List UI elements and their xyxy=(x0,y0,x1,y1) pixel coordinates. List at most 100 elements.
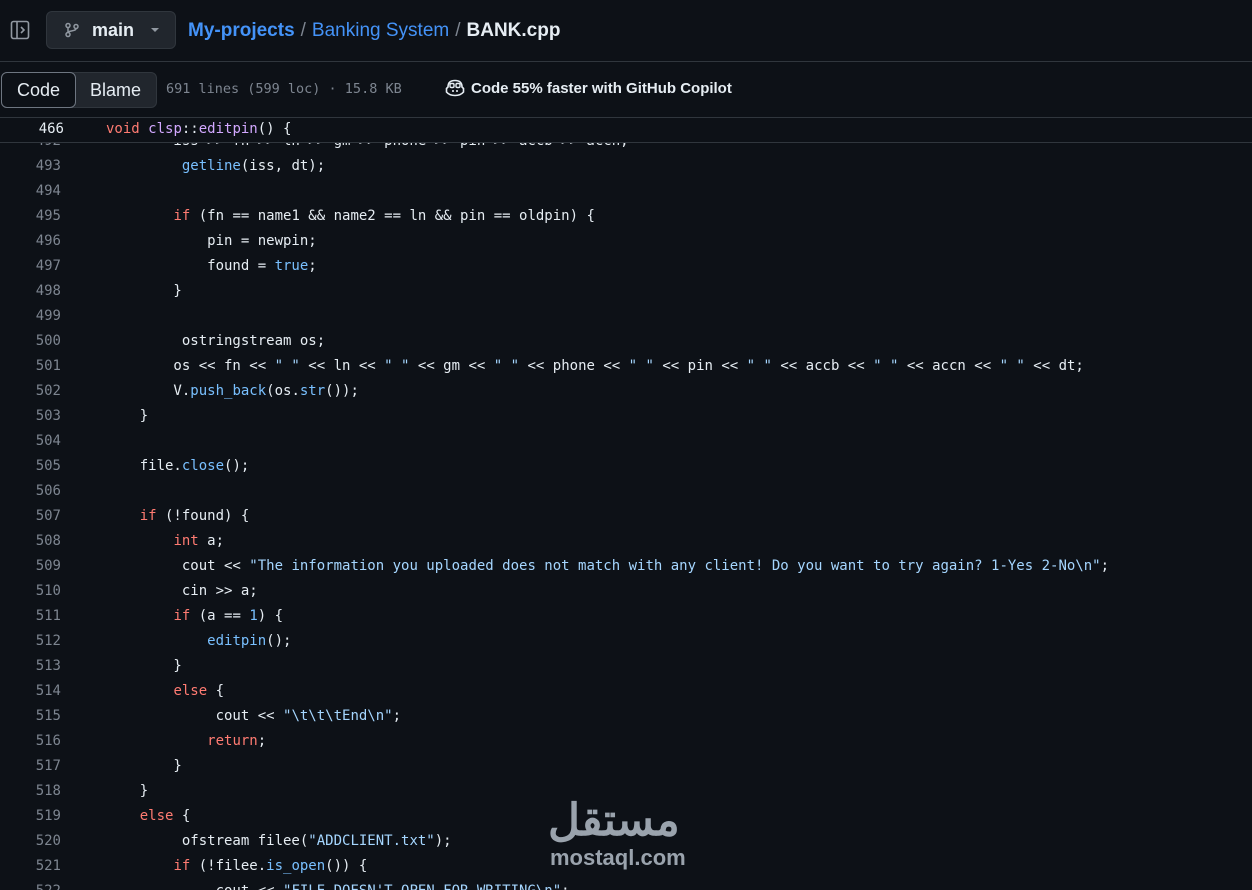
line-code: } xyxy=(106,758,182,774)
code-line[interactable]: 496 pin = newpin; xyxy=(0,229,1252,254)
line-number[interactable]: 521 xyxy=(0,854,61,879)
line-number[interactable]: 509 xyxy=(0,554,61,579)
line-code: cout << "The information you uploaded do… xyxy=(106,558,1110,574)
line-code: file.close(); xyxy=(106,458,250,474)
line-number[interactable]: 516 xyxy=(0,729,61,754)
line-number[interactable]: 492 xyxy=(0,143,61,154)
caret-down-icon xyxy=(151,28,160,32)
file-toolbar: Code Blame 691 lines (599 loc) · 15.8 KB… xyxy=(0,62,1252,118)
sticky-code: void clsp::editpin() { xyxy=(106,121,292,137)
sticky-line-number: 466 xyxy=(38,121,64,137)
code-line[interactable]: 512 editpin(); xyxy=(0,629,1252,654)
line-code: cout << "FILE DOESN'T OPEN FOR WRITING\n… xyxy=(106,879,570,890)
branch-selector-button[interactable]: main xyxy=(46,11,176,49)
line-number[interactable]: 515 xyxy=(0,704,61,729)
code-line[interactable]: 507 if (!found) { xyxy=(0,504,1252,529)
line-number[interactable]: 512 xyxy=(0,629,61,654)
code-line[interactable]: 516 return; xyxy=(0,729,1252,754)
code-lines: 492 iss >> fn >> ln >> gm >> phone >> pi… xyxy=(0,143,1252,890)
line-code: return; xyxy=(207,733,267,749)
breadcrumb: My-projects / Banking System / BANK.cpp xyxy=(188,20,560,42)
code-line[interactable]: 514 else { xyxy=(0,679,1252,704)
line-number[interactable]: 501 xyxy=(0,354,61,379)
line-number[interactable]: 522 xyxy=(0,879,61,890)
line-number[interactable]: 506 xyxy=(0,479,61,504)
code-line[interactable]: 501 os << fn << " " << ln << " " << gm <… xyxy=(0,354,1252,379)
tab-blame[interactable]: Blame xyxy=(75,73,156,107)
line-code: V.push_back(os.str()); xyxy=(106,383,359,399)
line-code: ostringstream os; xyxy=(106,333,326,349)
code-line[interactable]: 510 cin >> a; xyxy=(0,579,1252,604)
line-number[interactable]: 503 xyxy=(0,404,61,429)
line-number[interactable]: 513 xyxy=(0,654,61,679)
code-line[interactable]: 497 found = true; xyxy=(0,254,1252,279)
git-branch-icon xyxy=(65,22,79,38)
copilot-promo-text: Code 55% faster with GitHub Copilot xyxy=(471,79,732,97)
breadcrumb-owner-link[interactable]: My-projects xyxy=(188,20,295,42)
line-number[interactable]: 497 xyxy=(0,254,61,279)
line-number[interactable]: 493 xyxy=(0,154,61,179)
line-number[interactable]: 496 xyxy=(0,229,61,254)
line-number[interactable]: 505 xyxy=(0,454,61,479)
line-code: if (!filee.is_open()) { xyxy=(173,858,368,874)
line-number[interactable]: 519 xyxy=(0,804,61,829)
code-view: 492 iss >> fn >> ln >> gm >> phone >> pi… xyxy=(0,143,1252,890)
breadcrumb-current-file: BANK.cpp xyxy=(466,20,561,41)
line-code: pin = newpin; xyxy=(106,233,317,249)
line-code: } xyxy=(106,658,182,674)
code-line[interactable]: 494 xyxy=(0,179,1252,204)
code-line[interactable]: 500 ostringstream os; xyxy=(0,329,1252,354)
breadcrumb-repo-link[interactable]: Banking System xyxy=(312,20,449,42)
line-number[interactable]: 520 xyxy=(0,829,61,854)
line-number[interactable]: 511 xyxy=(0,604,61,629)
line-number[interactable]: 507 xyxy=(0,504,61,529)
code-line[interactable]: 498 } xyxy=(0,279,1252,304)
line-number[interactable]: 498 xyxy=(0,279,61,304)
line-number[interactable]: 504 xyxy=(0,429,61,454)
line-code: } xyxy=(106,283,182,299)
line-code: } xyxy=(106,783,149,799)
line-number[interactable]: 518 xyxy=(0,779,61,804)
watermark-latin-text: mostaql.com xyxy=(550,845,686,870)
line-number[interactable]: 517 xyxy=(0,754,61,779)
code-line[interactable]: 504 xyxy=(0,429,1252,454)
copilot-promo-link[interactable]: Code 55% faster with GitHub Copilot xyxy=(445,79,732,97)
sidebar-collapse-icon[interactable] xyxy=(10,20,30,40)
copilot-icon xyxy=(445,79,465,97)
code-line[interactable]: 517 } xyxy=(0,754,1252,779)
line-number[interactable]: 499 xyxy=(0,304,61,329)
line-number[interactable]: 508 xyxy=(0,529,61,554)
code-line[interactable]: 499 xyxy=(0,304,1252,329)
code-line[interactable]: 522 cout << "FILE DOESN'T OPEN FOR WRITI… xyxy=(0,879,1252,890)
code-line[interactable]: 511 if (a == 1) { xyxy=(0,604,1252,629)
code-line[interactable]: 492 iss >> fn >> ln >> gm >> phone >> pi… xyxy=(0,143,1252,154)
line-number[interactable]: 502 xyxy=(0,379,61,404)
code-line[interactable]: 502 V.push_back(os.str()); xyxy=(0,379,1252,404)
breadcrumb-separator: / xyxy=(300,20,306,41)
file-header-bar: main My-projects / Banking System / BANK… xyxy=(0,0,1252,62)
line-number[interactable]: 495 xyxy=(0,204,61,229)
line-number[interactable]: 494 xyxy=(0,179,61,204)
code-line[interactable]: 506 xyxy=(0,479,1252,504)
line-code: if (fn == name1 && name2 == ln && pin ==… xyxy=(173,208,595,224)
code-line[interactable]: 508 int a; xyxy=(0,529,1252,554)
line-code: if (a == 1) { xyxy=(173,608,284,624)
code-line[interactable]: 515 cout << "\t\t\tEnd\n"; xyxy=(0,704,1252,729)
line-code: found = true; xyxy=(106,258,317,274)
code-line[interactable]: 505 file.close(); xyxy=(0,454,1252,479)
branch-name: main xyxy=(92,19,135,40)
code-line[interactable]: 503 } xyxy=(0,404,1252,429)
line-number[interactable]: 514 xyxy=(0,679,61,704)
code-line[interactable]: 513 } xyxy=(0,654,1252,679)
sticky-scope-header[interactable]: 466 void clsp::editpin() { xyxy=(0,118,1252,143)
code-line[interactable]: 495 if (fn == name1 && name2 == ln && pi… xyxy=(0,204,1252,229)
line-code: getline(iss, dt); xyxy=(181,158,326,174)
line-number[interactable]: 510 xyxy=(0,579,61,604)
line-code: cout << "\t\t\tEnd\n"; xyxy=(106,708,402,724)
code-line[interactable]: 509 cout << "The information you uploade… xyxy=(0,554,1252,579)
line-number[interactable]: 500 xyxy=(0,329,61,354)
tab-code[interactable]: Code xyxy=(1,72,77,108)
file-meta-info: 691 lines (599 loc) · 15.8 KB xyxy=(166,81,402,97)
code-line[interactable]: 493 getline(iss, dt); xyxy=(0,154,1252,179)
line-code: ofstream filee("ADDCLIENT.txt"); xyxy=(106,833,452,849)
